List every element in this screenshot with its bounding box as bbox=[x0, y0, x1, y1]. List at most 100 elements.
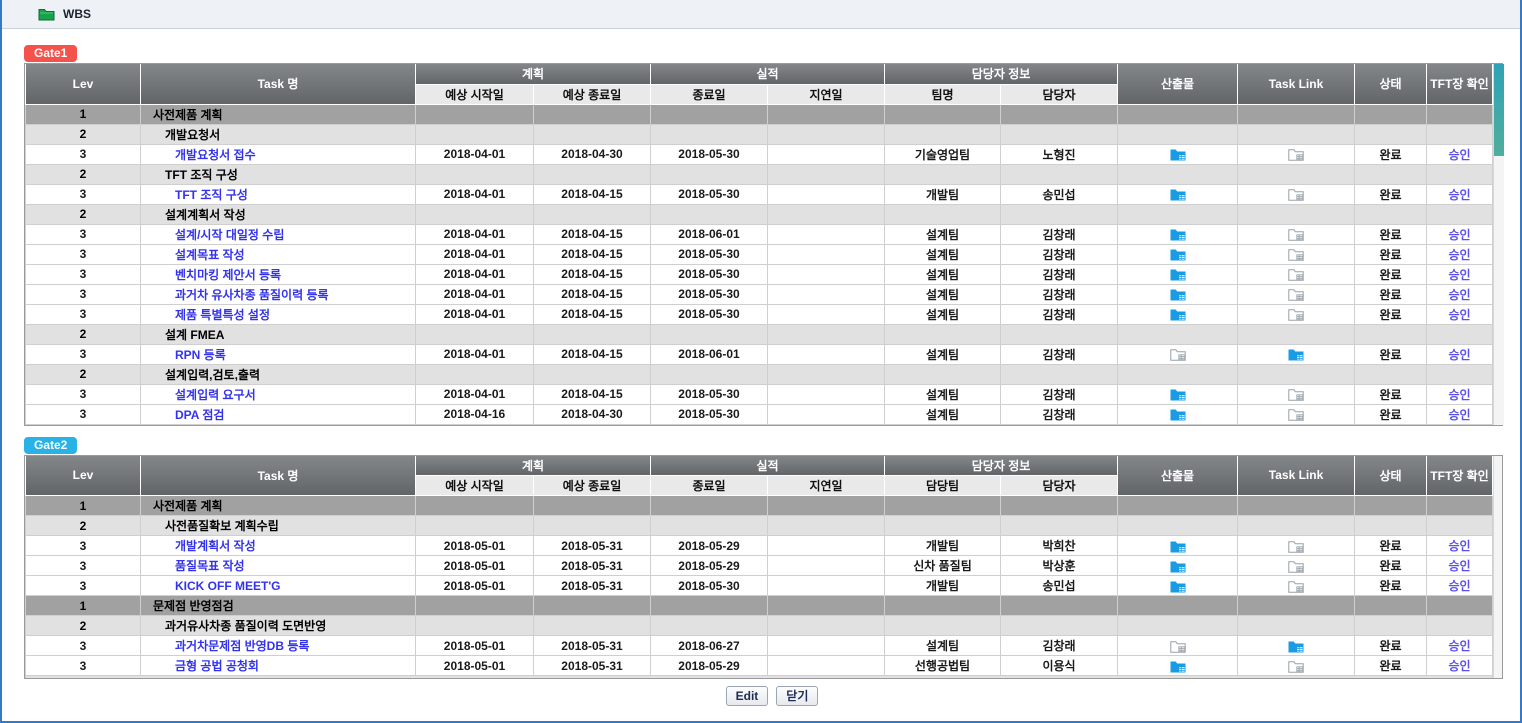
folder-gray-icon[interactable] bbox=[1288, 407, 1304, 421]
folder-gray-icon[interactable] bbox=[1170, 347, 1186, 361]
plan-start-cell: 2018-04-01 bbox=[416, 224, 534, 244]
folder-gray-icon[interactable] bbox=[1288, 387, 1304, 401]
task-link[interactable]: 설계/시작 대일정 수립 bbox=[175, 228, 284, 242]
delay-cell bbox=[768, 244, 885, 264]
task-link[interactable]: 품질목표 작성 bbox=[175, 559, 245, 573]
table-row: 3개발요청서 접수2018-04-012018-04-302018-05-30기… bbox=[26, 144, 1493, 164]
task-link[interactable]: 과거차문제점 반영DB 등록 bbox=[175, 639, 309, 653]
task-cell: RPN 등록 bbox=[141, 344, 416, 364]
lev-cell: 3 bbox=[26, 224, 141, 244]
approve-link[interactable]: 승인 bbox=[1448, 268, 1470, 282]
deliverable-cell bbox=[1118, 144, 1238, 164]
folder-blue-icon[interactable] bbox=[1170, 578, 1186, 592]
folder-blue-icon[interactable] bbox=[1170, 307, 1186, 321]
folder-gray-icon[interactable] bbox=[1288, 247, 1304, 261]
folder-blue-icon[interactable] bbox=[1170, 267, 1186, 281]
approve-link[interactable]: 승인 bbox=[1448, 248, 1470, 262]
folder-gray-icon[interactable] bbox=[1288, 227, 1304, 241]
plan-start-cell bbox=[416, 124, 534, 144]
task-link[interactable]: 금형 공법 공청회 bbox=[175, 659, 259, 673]
task-link[interactable]: 설계입력 요구서 bbox=[175, 388, 256, 402]
folder-blue-icon[interactable] bbox=[1288, 638, 1304, 652]
plan-start-cell bbox=[416, 164, 534, 184]
person-cell: 이용식 bbox=[1001, 656, 1118, 676]
folder-blue-icon[interactable] bbox=[1170, 227, 1186, 241]
folder-blue-icon[interactable] bbox=[1170, 187, 1186, 201]
status-cell bbox=[1355, 324, 1427, 344]
folder-gray-icon[interactable] bbox=[1288, 187, 1304, 201]
approve-link[interactable]: 승인 bbox=[1448, 188, 1470, 202]
folder-blue-icon[interactable] bbox=[1170, 387, 1186, 401]
vertical-scrollbar[interactable] bbox=[1493, 456, 1503, 678]
task-link[interactable]: TFT 조직 구성 bbox=[175, 188, 248, 202]
person-cell: 김창래 bbox=[1001, 224, 1118, 244]
person-cell bbox=[1001, 496, 1118, 516]
folder-gray-icon[interactable] bbox=[1170, 638, 1186, 652]
folder-gray-icon[interactable] bbox=[1288, 287, 1304, 301]
approve-link[interactable]: 승인 bbox=[1448, 308, 1470, 322]
status-cell: 완료 bbox=[1355, 224, 1427, 244]
folder-blue-icon[interactable] bbox=[1170, 147, 1186, 161]
confirm-cell bbox=[1427, 596, 1493, 616]
person-cell: 박상훈 bbox=[1001, 556, 1118, 576]
task-cell: 설계계획서 작성 bbox=[141, 204, 416, 224]
team-cell: 설계팀 bbox=[885, 344, 1001, 364]
task-link[interactable]: DPA 점검 bbox=[175, 408, 224, 422]
approve-link[interactable]: 승인 bbox=[1448, 348, 1470, 362]
folder-gray-icon[interactable] bbox=[1288, 558, 1304, 572]
approve-link[interactable]: 승인 bbox=[1448, 228, 1470, 242]
task-link-cell bbox=[1238, 304, 1355, 324]
confirm-cell bbox=[1427, 324, 1493, 344]
folder-gray-icon[interactable] bbox=[1288, 578, 1304, 592]
approve-link[interactable]: 승인 bbox=[1448, 539, 1470, 553]
folder-blue-icon[interactable] bbox=[1288, 347, 1304, 361]
approve-link[interactable]: 승인 bbox=[1448, 288, 1470, 302]
folder-gray-icon[interactable] bbox=[1288, 307, 1304, 321]
approve-link[interactable]: 승인 bbox=[1448, 148, 1470, 162]
approve-link[interactable]: 승인 bbox=[1448, 408, 1470, 422]
scrollbar-thumb[interactable] bbox=[1494, 64, 1504, 156]
person-cell: 송민섭 bbox=[1001, 576, 1118, 596]
delay-cell bbox=[768, 204, 885, 224]
folder-gray-icon[interactable] bbox=[1288, 267, 1304, 281]
approve-link[interactable]: 승인 bbox=[1448, 659, 1470, 673]
approve-link[interactable]: 승인 bbox=[1448, 388, 1470, 402]
team-cell: 설계팀 bbox=[885, 264, 1001, 284]
approve-link[interactable]: 승인 bbox=[1448, 639, 1470, 653]
folder-gray-icon[interactable] bbox=[1288, 147, 1304, 161]
folder-gray-icon[interactable] bbox=[1288, 658, 1304, 672]
folder-blue-icon[interactable] bbox=[1170, 407, 1186, 421]
edit-button[interactable]: Edit bbox=[726, 686, 769, 706]
close-button[interactable]: 닫기 bbox=[776, 686, 818, 706]
plan-start-cell: 2018-04-01 bbox=[416, 264, 534, 284]
confirm-cell bbox=[1427, 124, 1493, 144]
team-cell: 신차 품질팀 bbox=[885, 556, 1001, 576]
task-link[interactable]: 설계목표 작성 bbox=[175, 248, 245, 262]
task-link[interactable]: RPN 등록 bbox=[175, 348, 226, 362]
task-link[interactable]: 과거차 유사차종 품질이력 등록 bbox=[175, 288, 329, 302]
table-row: 3DPA 점검2018-04-162018-04-302018-05-30설계팀… bbox=[26, 404, 1493, 424]
task-link[interactable]: 벤치마킹 제안서 등록 bbox=[175, 268, 281, 282]
folder-blue-icon[interactable] bbox=[1170, 247, 1186, 261]
vertical-scrollbar[interactable] bbox=[1493, 64, 1504, 425]
approve-link[interactable]: 승인 bbox=[1448, 559, 1470, 573]
folder-blue-icon[interactable] bbox=[1170, 538, 1186, 552]
task-cell: 설계입력 요구서 bbox=[141, 384, 416, 404]
delay-cell bbox=[768, 284, 885, 304]
task-link[interactable]: 개발계획서 작성 bbox=[175, 539, 256, 553]
plan-end-cell: 2018-04-15 bbox=[534, 284, 651, 304]
folder-gray-icon[interactable] bbox=[1288, 538, 1304, 552]
task-link[interactable]: KICK OFF MEET'G bbox=[175, 579, 281, 593]
approve-link[interactable]: 승인 bbox=[1448, 579, 1470, 593]
lev-cell: 3 bbox=[26, 184, 141, 204]
col-header-task-link: Task Link bbox=[1238, 64, 1355, 104]
task-link[interactable]: 개발요청서 접수 bbox=[175, 148, 256, 162]
task-link[interactable]: 제품 특별특성 설정 bbox=[175, 308, 270, 322]
title-bar: WBS bbox=[2, 0, 1520, 29]
folder-blue-icon[interactable] bbox=[1170, 658, 1186, 672]
folder-blue-icon[interactable] bbox=[1170, 287, 1186, 301]
lev-cell: 2 bbox=[26, 204, 141, 224]
col-header-deliverable: 산출물 bbox=[1118, 64, 1238, 104]
plan-start-cell: 2018-05-01 bbox=[416, 556, 534, 576]
folder-blue-icon[interactable] bbox=[1170, 558, 1186, 572]
